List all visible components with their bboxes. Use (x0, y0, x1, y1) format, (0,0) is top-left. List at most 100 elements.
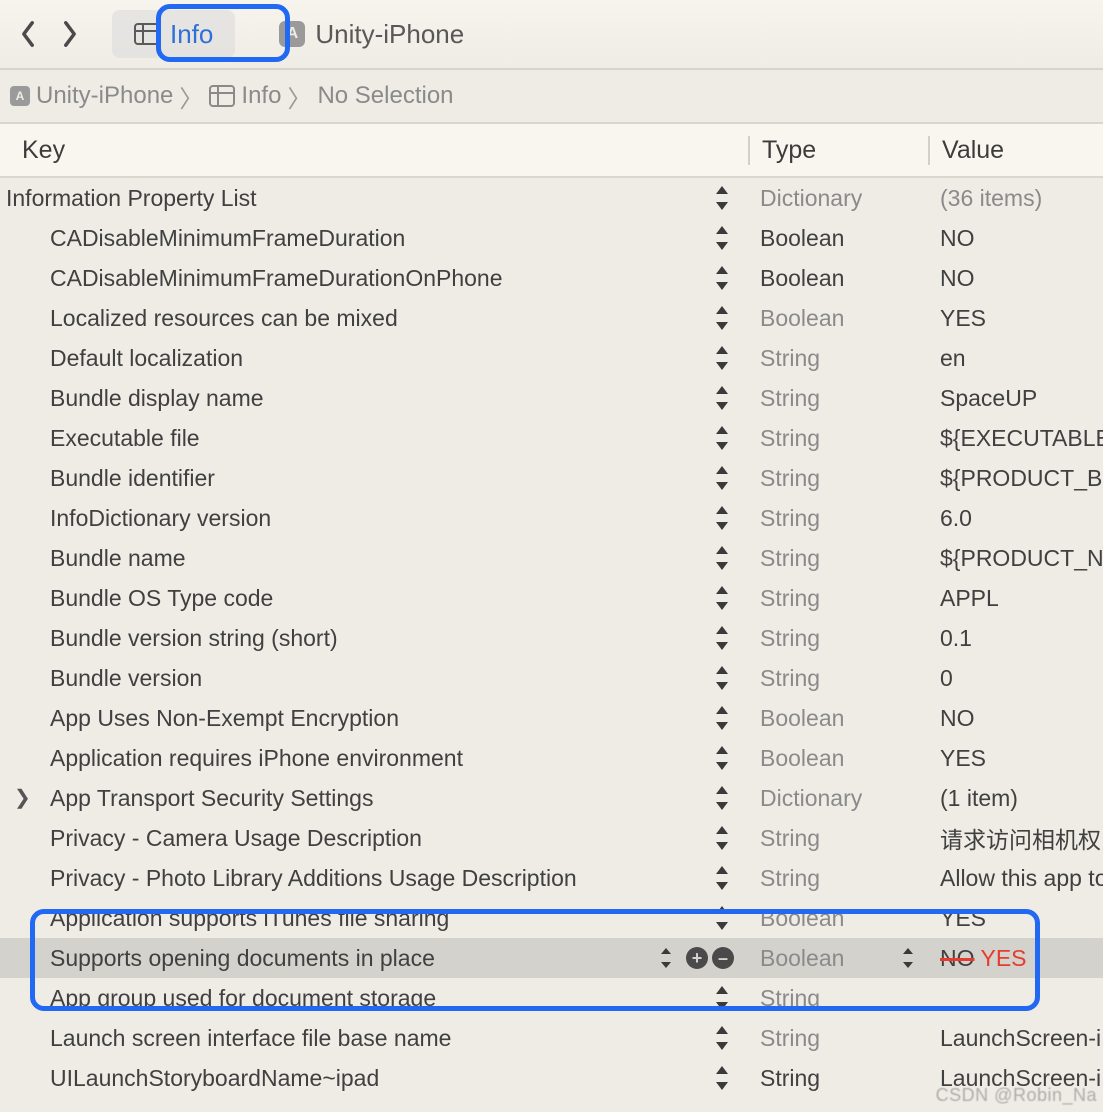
tab-project-label: Unity-iPhone (315, 19, 464, 50)
row-value[interactable]: NO (928, 265, 1103, 292)
row-type: String (748, 425, 928, 452)
row-value[interactable]: YES (928, 745, 1103, 772)
plist-row[interactable]: Application supports iTunes file sharing… (0, 898, 1103, 938)
plist-row[interactable]: Localized resources can be mixedBooleanY… (0, 298, 1103, 338)
row-key: Bundle name (50, 545, 186, 572)
plist-row[interactable]: Bundle identifierString${PRODUCT_B (0, 458, 1103, 498)
key-stepper[interactable] (712, 184, 734, 212)
breadcrumb-project[interactable]: Unity-iPhone (36, 82, 173, 110)
breadcrumb-file[interactable]: Info (241, 82, 281, 110)
remove-row-button[interactable]: – (712, 947, 734, 969)
plist-row[interactable]: CADisableMinimumFrameDurationBooleanNO (0, 218, 1103, 258)
plist-row[interactable]: Bundle display nameStringSpaceUP (0, 378, 1103, 418)
nav-back-button[interactable] (8, 14, 48, 54)
plist-row[interactable]: Privacy - Photo Library Additions Usage … (0, 858, 1103, 898)
watermark: CSDN @Robin_Na (936, 1085, 1097, 1106)
key-stepper[interactable] (712, 1024, 734, 1052)
key-stepper[interactable] (712, 384, 734, 412)
row-value[interactable]: Allow this app to (928, 865, 1103, 892)
plist-row[interactable]: CADisableMinimumFrameDurationOnPhoneBool… (0, 258, 1103, 298)
row-value[interactable]: YES (928, 905, 1103, 932)
column-header-value[interactable]: Value (928, 136, 1103, 165)
row-key: Supports opening documents in place (50, 945, 435, 972)
plist-row[interactable]: Bundle version string (short)String0.1 (0, 618, 1103, 658)
row-key: Application supports iTunes file sharing (50, 905, 449, 932)
plist-row[interactable]: Executable fileString${EXECUTABLE (0, 418, 1103, 458)
row-value[interactable]: YES (928, 305, 1103, 332)
row-key: App group used for document storage (50, 985, 436, 1012)
chevron-icon: 〉 (287, 79, 311, 114)
nav-arrows (8, 14, 90, 54)
key-stepper[interactable] (658, 947, 676, 969)
key-stepper[interactable] (712, 824, 734, 852)
row-value[interactable]: NO (928, 705, 1103, 732)
key-stepper[interactable] (712, 344, 734, 372)
row-value[interactable]: ${PRODUCT_N (928, 545, 1103, 572)
key-stepper[interactable] (712, 304, 734, 332)
nav-forward-button[interactable] (50, 14, 90, 54)
plist-row[interactable]: App Uses Non-Exempt EncryptionBooleanNO (0, 698, 1103, 738)
key-stepper[interactable] (712, 704, 734, 732)
row-value[interactable]: 6.0 (928, 505, 1103, 532)
key-stepper[interactable] (712, 264, 734, 292)
row-key: InfoDictionary version (50, 505, 271, 532)
key-stepper[interactable] (712, 464, 734, 492)
key-stepper[interactable] (712, 424, 734, 452)
tab-project[interactable]: A Unity-iPhone (257, 10, 486, 58)
row-type: String (748, 385, 928, 412)
tab-info-label: Info (170, 19, 213, 50)
row-value[interactable]: NO (928, 225, 1103, 252)
key-stepper[interactable] (712, 664, 734, 692)
row-value[interactable]: en (928, 345, 1103, 372)
plist-row[interactable]: ❯App Transport Security SettingsDictiona… (0, 778, 1103, 818)
row-key: Localized resources can be mixed (50, 305, 398, 332)
plist-row[interactable]: Supports opening documents in place +–Boo… (0, 938, 1103, 978)
add-row-button[interactable]: + (686, 947, 708, 969)
plist-row[interactable]: App group used for document storageStrin… (0, 978, 1103, 1018)
row-value[interactable]: NO YES (928, 945, 1103, 972)
key-stepper[interactable] (712, 984, 734, 1012)
plist-row[interactable]: InfoDictionary versionString6.0 (0, 498, 1103, 538)
tab-info[interactable]: Info (112, 10, 235, 58)
column-header-key[interactable]: Key (0, 136, 748, 165)
plist-row[interactable]: Bundle name String${PRODUCT_N (0, 538, 1103, 578)
row-value[interactable]: LaunchScreen-iPh (928, 1025, 1103, 1052)
row-type: Boolean (748, 945, 928, 972)
key-stepper[interactable] (712, 584, 734, 612)
row-value[interactable]: ${PRODUCT_B (928, 465, 1103, 492)
row-type: String (748, 1065, 928, 1092)
row-value[interactable]: 0 (928, 665, 1103, 692)
plist-row[interactable]: Default localizationStringen (0, 338, 1103, 378)
row-value[interactable]: 0.1 (928, 625, 1103, 652)
key-stepper[interactable] (712, 504, 734, 532)
plist-row[interactable]: Bundle versionString0 (0, 658, 1103, 698)
key-stepper[interactable] (712, 1064, 734, 1092)
row-key: Launch screen interface file base name (50, 1025, 451, 1052)
row-value[interactable]: (1 item) (928, 785, 1103, 812)
breadcrumb: A Unity-iPhone 〉 Info 〉 No Selection (0, 70, 1103, 124)
row-value[interactable]: SpaceUP (928, 385, 1103, 412)
key-stepper[interactable] (712, 744, 734, 772)
column-header-type[interactable]: Type (748, 136, 928, 165)
row-value[interactable]: ${EXECUTABLE (928, 425, 1103, 452)
disclosure-icon[interactable]: ❯ (14, 788, 31, 808)
row-key: CADisableMinimumFrameDuration (50, 225, 405, 252)
plist-root-row[interactable]: Information Property List Dictionary (36… (0, 178, 1103, 218)
row-type: String (748, 545, 928, 572)
key-stepper[interactable] (712, 224, 734, 252)
row-type: String (748, 865, 928, 892)
row-type: Boolean (748, 745, 928, 772)
row-value[interactable]: APPL (928, 585, 1103, 612)
key-stepper[interactable] (712, 904, 734, 932)
key-stepper[interactable] (712, 624, 734, 652)
key-stepper[interactable] (712, 864, 734, 892)
plist-row[interactable]: Bundle OS Type codeStringAPPL (0, 578, 1103, 618)
plist-row[interactable]: Launch screen interface file base nameSt… (0, 1018, 1103, 1058)
plist-row[interactable]: Application requires iPhone environmentB… (0, 738, 1103, 778)
plist-icon (209, 85, 235, 107)
type-stepper[interactable] (900, 947, 918, 969)
plist-row[interactable]: Privacy - Camera Usage DescriptionString… (0, 818, 1103, 858)
key-stepper[interactable] (712, 784, 734, 812)
row-value[interactable]: 请求访问相机权限 (928, 821, 1103, 855)
key-stepper[interactable] (712, 544, 734, 572)
